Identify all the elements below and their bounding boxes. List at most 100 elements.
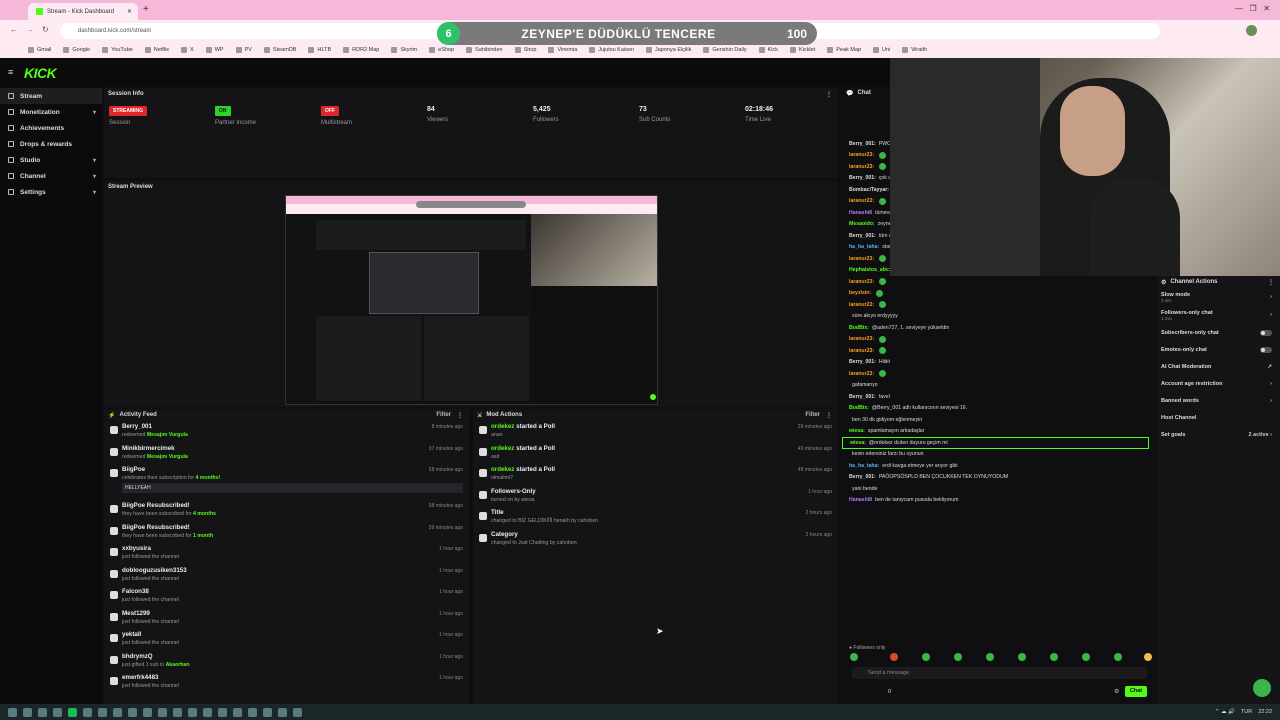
toggle-switch[interactable] bbox=[1260, 346, 1272, 353]
app-icon[interactable] bbox=[83, 707, 92, 717]
bookmark-item[interactable]: Netflix bbox=[144, 47, 169, 53]
spotify-icon[interactable] bbox=[68, 707, 77, 717]
sidebar-item-channel[interactable]: Channel ▾ bbox=[0, 168, 102, 184]
app-icon[interactable] bbox=[233, 707, 242, 717]
action-banned-words[interactable]: Banned words › bbox=[1157, 392, 1280, 409]
back-icon[interactable]: ← bbox=[10, 25, 18, 34]
chat-username[interactable]: BombaciTayyar: bbox=[849, 187, 889, 193]
chat-username[interactable]: Berry_001: bbox=[849, 141, 876, 147]
bookmark-item[interactable]: Vinemia bbox=[548, 47, 577, 53]
more-options-icon[interactable]: ⋮ bbox=[457, 412, 463, 419]
bookmark-item[interactable]: Genshin Daily bbox=[703, 47, 747, 53]
chat-username[interactable]: Hanashi8 bbox=[849, 210, 872, 216]
action-account-age-restriction[interactable]: Account age restriction › bbox=[1157, 375, 1280, 392]
kick-logo[interactable]: KICK bbox=[24, 65, 57, 81]
chat-username[interactable]: Berry_001: bbox=[849, 474, 876, 480]
sidebar-item-settings[interactable]: Settings ▾ bbox=[0, 184, 102, 200]
explorer-icon[interactable] bbox=[53, 707, 62, 717]
obs-icon[interactable] bbox=[263, 707, 272, 717]
bookmark-item[interactable]: eShop bbox=[429, 47, 454, 53]
reload-icon[interactable]: ↻ bbox=[42, 25, 49, 34]
chevron-right-icon[interactable]: › bbox=[1270, 398, 1272, 404]
chat-username[interactable]: Hephaistos_abc: bbox=[849, 267, 891, 273]
tab-close-icon[interactable]: ✕ bbox=[127, 8, 132, 15]
stream-preview-video[interactable] bbox=[285, 195, 658, 405]
chevron-right-icon[interactable]: › bbox=[1270, 294, 1272, 300]
more-options-icon[interactable]: ⋮ bbox=[826, 91, 832, 98]
search-icon[interactable] bbox=[23, 707, 32, 717]
chevron-right-icon[interactable]: › bbox=[1270, 381, 1272, 387]
bookmark-item[interactable]: Kick bbox=[758, 47, 778, 53]
chat-username[interactable]: Berry_001: bbox=[849, 233, 876, 239]
action-set-goals[interactable]: Set goals 2 active › bbox=[1157, 426, 1280, 443]
bookmark-item[interactable]: SteamDB bbox=[263, 47, 296, 53]
sidebar-item-monetization[interactable]: Monetization ▾ bbox=[0, 104, 102, 120]
action-subscribers-only-chat[interactable]: Subscribers-only chat bbox=[1157, 324, 1280, 341]
chat-username[interactable]: laranur23: bbox=[849, 152, 874, 158]
bookmark-item[interactable]: X bbox=[181, 47, 194, 53]
app-icon[interactable] bbox=[248, 707, 257, 717]
start-icon[interactable] bbox=[8, 707, 17, 717]
chevron-right-icon[interactable]: › bbox=[1270, 312, 1272, 318]
sidebar-item-drops-rewards[interactable]: Drops & rewards bbox=[0, 136, 102, 152]
new-tab-button[interactable]: + bbox=[143, 4, 149, 15]
sidebar-item-achievements[interactable]: Achievements bbox=[0, 120, 102, 136]
chevron-down-icon[interactable]: ▾ bbox=[93, 173, 96, 180]
chat-username[interactable]: laranur23: bbox=[849, 302, 874, 308]
app-icon[interactable] bbox=[188, 707, 197, 717]
task-view-icon[interactable] bbox=[38, 707, 47, 717]
action-slow-mode[interactable]: Slow mode 3 sec › bbox=[1157, 288, 1280, 306]
chevron-down-icon[interactable]: ▾ bbox=[93, 109, 96, 116]
chat-username[interactable]: BodBix: bbox=[849, 325, 869, 331]
bookmark-item[interactable]: Skyrim bbox=[391, 47, 417, 53]
forward-icon[interactable]: → bbox=[26, 25, 34, 34]
app-icon[interactable] bbox=[143, 707, 152, 717]
app-icon[interactable] bbox=[173, 707, 182, 717]
chat-username[interactable]: wiesa: bbox=[850, 440, 866, 446]
chat-username[interactable]: ha_ha_taha: bbox=[849, 244, 879, 250]
chat-username[interactable]: Berry_001: bbox=[849, 394, 876, 400]
bookmark-item[interactable]: Jujutsu Kaisen bbox=[589, 47, 634, 53]
chat-username[interactable]: laranur23: bbox=[849, 164, 874, 170]
chat-username[interactable]: laranur23: bbox=[849, 279, 874, 285]
chat-username[interactable]: laranur23: bbox=[849, 256, 874, 262]
chat-username[interactable]: laranur23: bbox=[849, 336, 874, 342]
action-followers-only-chat[interactable]: Followers-only chat 1 min › bbox=[1157, 306, 1280, 324]
menu-icon[interactable]: ≡ bbox=[8, 67, 13, 77]
chat-send-button[interactable]: Chat bbox=[1125, 686, 1147, 697]
bookmark-item[interactable]: Wraith bbox=[902, 47, 927, 53]
app-icon[interactable] bbox=[218, 707, 227, 717]
more-options-icon[interactable]: ⋮ bbox=[826, 412, 832, 419]
language-indicator[interactable]: TUR bbox=[1241, 709, 1252, 715]
chat-username[interactable]: BodBix: bbox=[849, 405, 869, 411]
bookmark-item[interactable]: PV bbox=[235, 47, 252, 53]
chat-username[interactable]: beyzisin: bbox=[849, 290, 871, 296]
bookmark-item[interactable]: HLTB bbox=[308, 47, 331, 53]
window-controls[interactable]: — ❐ ✕ bbox=[1235, 4, 1270, 13]
app-icon[interactable] bbox=[293, 707, 302, 717]
bookmark-item[interactable]: Japonya Elçilik bbox=[646, 47, 691, 53]
profile-avatar[interactable] bbox=[1246, 25, 1257, 36]
bookmark-item[interactable]: Uni bbox=[873, 47, 890, 53]
bookmark-item[interactable]: Google bbox=[63, 47, 90, 53]
app-icon[interactable] bbox=[278, 707, 287, 717]
settings-gear-icon[interactable]: ⚙ bbox=[1114, 688, 1119, 695]
browser-tab[interactable]: Stream - Kick Dashboard ✕ bbox=[28, 3, 138, 20]
app-icon[interactable] bbox=[128, 707, 137, 717]
tray-icons[interactable]: ⌃ ☁ 🔊 bbox=[1215, 709, 1235, 715]
bookmark-item[interactable]: WP bbox=[205, 47, 224, 53]
chrome-icon[interactable] bbox=[98, 707, 107, 717]
chat-username[interactable]: laranur23: bbox=[849, 198, 874, 204]
bookmark-item[interactable]: YouTube bbox=[102, 47, 133, 53]
chevron-right-icon[interactable]: 2 active › bbox=[1248, 432, 1272, 438]
toggle-switch[interactable] bbox=[1260, 329, 1272, 336]
action-ai-chat-moderation[interactable]: AI Chat Moderation ↗ bbox=[1157, 358, 1280, 375]
app-icon[interactable] bbox=[113, 707, 122, 717]
chat-username[interactable]: laranur23: bbox=[849, 371, 874, 377]
app-icon[interactable] bbox=[158, 707, 167, 717]
bookmark-item[interactable]: Kicklet bbox=[790, 47, 815, 53]
chevron-right-icon[interactable]: ↗ bbox=[1267, 364, 1272, 370]
chat-username[interactable]: laranur23: bbox=[849, 348, 874, 354]
scroll-to-top-button[interactable] bbox=[1253, 679, 1271, 697]
sidebar-item-stream[interactable]: Stream bbox=[0, 88, 102, 104]
